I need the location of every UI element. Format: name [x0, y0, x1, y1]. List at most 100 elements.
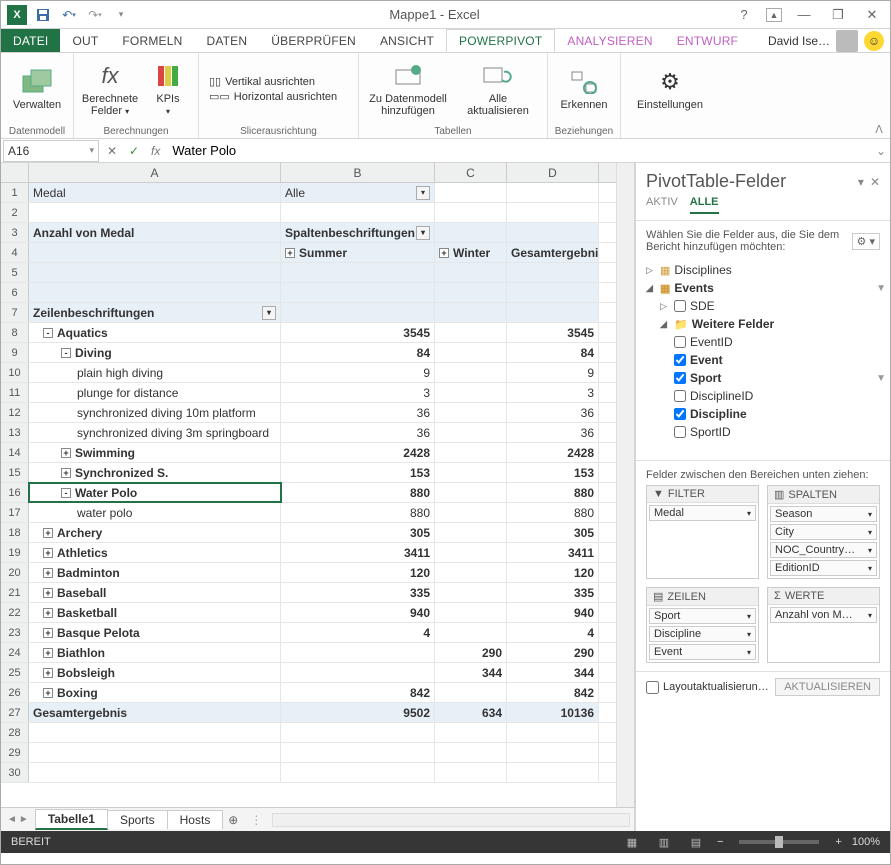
- row-header[interactable]: 4: [1, 243, 29, 262]
- cell[interactable]: 3545: [507, 323, 599, 342]
- cell[interactable]: 335: [507, 583, 599, 602]
- cancel-formula-icon[interactable]: ✕: [101, 140, 123, 162]
- row-header[interactable]: 26: [1, 683, 29, 702]
- row-header[interactable]: 2: [1, 203, 29, 222]
- zoom-slider[interactable]: [739, 840, 819, 844]
- cell[interactable]: 880: [281, 503, 435, 522]
- cell[interactable]: 3411: [507, 543, 599, 562]
- tab-layout[interactable]: OUT: [60, 29, 110, 52]
- update-button[interactable]: AKTUALISIEREN: [775, 678, 880, 696]
- cell[interactable]: Gesamtergebnis: [507, 243, 599, 262]
- cell[interactable]: 940: [281, 603, 435, 622]
- cell[interactable]: [507, 263, 599, 282]
- select-all-corner[interactable]: [1, 163, 29, 182]
- expander-icon[interactable]: +: [43, 548, 53, 558]
- collapse-ribbon-icon[interactable]: ᐱ: [868, 53, 890, 138]
- close-button[interactable]: ✕: [860, 4, 884, 26]
- cell[interactable]: 290: [435, 643, 507, 662]
- area-item[interactable]: Event▾: [649, 644, 756, 660]
- row-header[interactable]: 10: [1, 363, 29, 382]
- cell[interactable]: [435, 223, 507, 242]
- field-eventid[interactable]: EventID: [646, 333, 886, 351]
- tab-analysieren[interactable]: ANALYSIEREN: [555, 29, 664, 52]
- row-header[interactable]: 24: [1, 643, 29, 662]
- cell[interactable]: +Basketball: [29, 603, 281, 622]
- area-item[interactable]: City▾: [770, 524, 877, 540]
- cell[interactable]: [435, 303, 507, 322]
- expander-icon[interactable]: +: [43, 688, 53, 698]
- cell[interactable]: 344: [435, 663, 507, 682]
- tab-datei[interactable]: DATEI: [1, 29, 60, 52]
- cell[interactable]: +Synchronized S.: [29, 463, 281, 482]
- row-header[interactable]: 5: [1, 263, 29, 282]
- cell[interactable]: +Bobsleigh: [29, 663, 281, 682]
- expander-icon[interactable]: +: [43, 588, 53, 598]
- pane-close-icon[interactable]: ✕: [870, 175, 880, 189]
- name-box[interactable]: A16 ▾: [3, 140, 99, 162]
- cell[interactable]: [507, 283, 599, 302]
- field-checkbox[interactable]: [674, 354, 686, 366]
- cell[interactable]: [435, 723, 507, 742]
- cell[interactable]: 3: [281, 383, 435, 402]
- cell[interactable]: +Athletics: [29, 543, 281, 562]
- expander-icon[interactable]: +: [43, 528, 53, 538]
- cell[interactable]: Medal: [29, 183, 281, 202]
- cell[interactable]: 344: [507, 663, 599, 682]
- erkennen-button[interactable]: Erkennen: [554, 57, 614, 121]
- user-account[interactable]: David Ise… ☺: [762, 29, 890, 52]
- cell[interactable]: [281, 303, 435, 322]
- expander-icon[interactable]: +: [61, 468, 71, 478]
- field-list-tools-button[interactable]: ⚙ ▾: [852, 233, 880, 250]
- field-checkbox[interactable]: [674, 336, 686, 348]
- field-checkbox[interactable]: [674, 372, 686, 384]
- row-header[interactable]: 15: [1, 463, 29, 482]
- ribbon-display-icon[interactable]: ▲: [766, 8, 782, 22]
- cell[interactable]: [507, 303, 599, 322]
- field-sport[interactable]: Sport ▼: [646, 369, 886, 387]
- sheet-tab-tabelle1[interactable]: Tabelle1: [35, 809, 108, 830]
- cell[interactable]: [281, 763, 435, 782]
- sheet-tab-hosts[interactable]: Hosts: [167, 810, 224, 829]
- cell[interactable]: [281, 283, 435, 302]
- expander-icon[interactable]: +: [61, 448, 71, 458]
- cell[interactable]: [435, 263, 507, 282]
- cell[interactable]: +Biathlon: [29, 643, 281, 662]
- cell[interactable]: synchronized diving 10m platform: [29, 403, 281, 422]
- cell[interactable]: 305: [507, 523, 599, 542]
- row-header[interactable]: 12: [1, 403, 29, 422]
- row-header[interactable]: 20: [1, 563, 29, 582]
- field-checkbox[interactable]: [674, 390, 686, 402]
- field-list[interactable]: ▷ ▦ Disciplines ◢ ▦ Events ▼ ▷ SDE ◢ 📁 W…: [636, 261, 890, 461]
- vertikal-ausrichten-button[interactable]: ▯▯Vertikal ausrichten: [209, 75, 337, 88]
- area-item[interactable]: Anzahl von M…▾: [770, 607, 877, 623]
- redo-icon[interactable]: ↷ ▾: [85, 5, 105, 25]
- col-header-D[interactable]: D: [507, 163, 599, 182]
- enter-formula-icon[interactable]: ✓: [123, 140, 145, 162]
- excel-icon[interactable]: X: [7, 5, 27, 25]
- area-item[interactable]: Sport▾: [649, 608, 756, 624]
- cell[interactable]: Alle▾: [281, 183, 435, 202]
- filter-icon[interactable]: ▼: [876, 283, 886, 294]
- cell[interactable]: [281, 643, 435, 662]
- cell[interactable]: 2428: [281, 443, 435, 462]
- verwalten-button[interactable]: Verwalten: [7, 57, 67, 121]
- cell[interactable]: [281, 663, 435, 682]
- cell[interactable]: water polo: [29, 503, 281, 522]
- fx-icon[interactable]: fх: [145, 144, 166, 158]
- expander-icon[interactable]: +: [43, 668, 53, 678]
- col-header-A[interactable]: A: [29, 163, 281, 182]
- row-header[interactable]: 3: [1, 223, 29, 242]
- field-table-disciplines[interactable]: ▷ ▦ Disciplines: [646, 261, 886, 279]
- cell[interactable]: [435, 583, 507, 602]
- cell[interactable]: 153: [281, 463, 435, 482]
- area-item[interactable]: EditionID▾: [770, 560, 877, 576]
- tree-toggle-icon[interactable]: ▷: [660, 301, 670, 312]
- col-header-B[interactable]: B: [281, 163, 435, 182]
- cell[interactable]: [435, 283, 507, 302]
- field-sde[interactable]: ▷ SDE: [646, 297, 886, 315]
- column-labels-dropdown-icon[interactable]: ▾: [416, 226, 430, 240]
- cell[interactable]: [29, 743, 281, 762]
- formula-input[interactable]: [166, 140, 872, 162]
- cell[interactable]: [507, 223, 599, 242]
- row-header[interactable]: 19: [1, 543, 29, 562]
